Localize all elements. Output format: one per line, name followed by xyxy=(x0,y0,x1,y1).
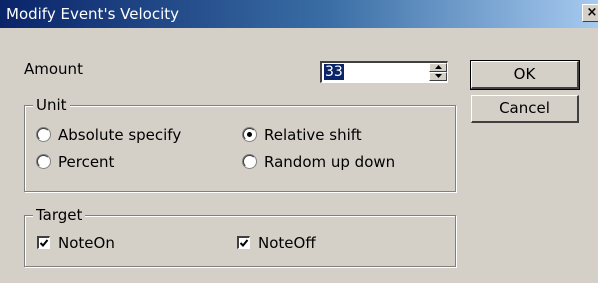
radio-label: Absolute specify xyxy=(58,126,182,144)
checkbox-noteon[interactable]: NoteOn xyxy=(37,234,115,252)
checkbox-label: NoteOn xyxy=(58,234,115,252)
radio-label: Relative shift xyxy=(264,126,362,144)
spin-buttons xyxy=(429,63,447,82)
radio-percent[interactable]: Percent xyxy=(37,153,114,171)
cancel-button[interactable]: Cancel xyxy=(471,95,579,123)
radio-indicator[interactable] xyxy=(243,155,256,168)
spin-up-button[interactable] xyxy=(429,63,447,72)
unit-legend: Unit xyxy=(33,96,70,114)
checkbox-indicator[interactable] xyxy=(37,236,50,249)
ok-button[interactable]: OK xyxy=(470,60,580,90)
checkmark-icon xyxy=(239,239,249,247)
radio-relative-shift[interactable]: Relative shift xyxy=(243,126,362,144)
close-icon: × xyxy=(586,5,598,20)
checkbox-label: NoteOff xyxy=(258,234,316,252)
target-groupbox: Target NoteOn NoteOff xyxy=(24,206,456,267)
target-legend: Target xyxy=(33,206,86,224)
radio-random-up-down[interactable]: Random up down xyxy=(243,153,395,171)
close-button[interactable]: × xyxy=(582,4,598,22)
amount-value[interactable]: 33 xyxy=(324,64,344,80)
radio-label: Percent xyxy=(58,153,115,171)
checkbox-indicator[interactable] xyxy=(237,236,250,249)
amount-label: Amount xyxy=(24,60,83,78)
arrow-down-icon xyxy=(434,74,442,78)
checkmark-icon xyxy=(39,239,49,247)
radio-indicator[interactable] xyxy=(37,128,50,141)
spin-down-button[interactable] xyxy=(429,72,447,81)
amount-spinbox[interactable]: 33 xyxy=(320,61,448,83)
unit-groupbox: Unit Absolute specify Relative shift Per… xyxy=(24,96,456,192)
title-bar: Modify Event's Velocity × xyxy=(0,0,598,28)
checkbox-noteoff[interactable]: NoteOff xyxy=(237,234,316,252)
radio-absolute-specify[interactable]: Absolute specify xyxy=(37,126,181,144)
arrow-up-icon xyxy=(434,65,442,69)
window-title: Modify Event's Velocity xyxy=(6,5,179,23)
radio-indicator[interactable] xyxy=(243,128,256,141)
radio-indicator[interactable] xyxy=(37,155,50,168)
radio-label: Random up down xyxy=(264,153,396,171)
